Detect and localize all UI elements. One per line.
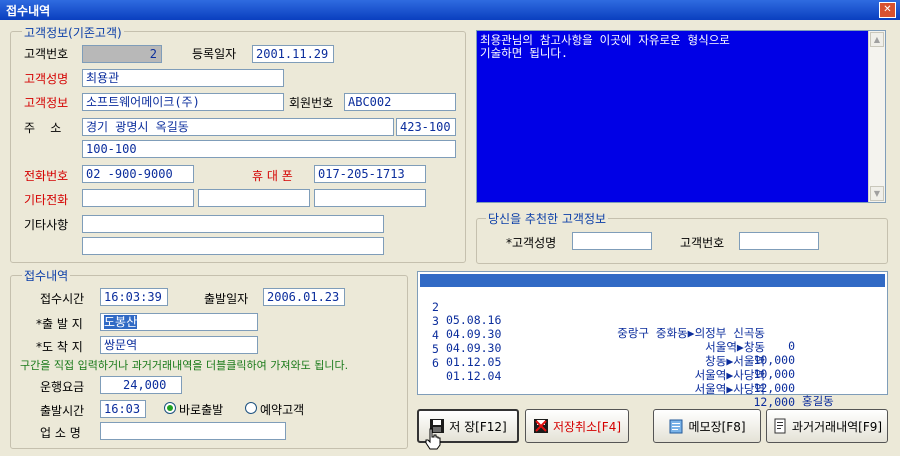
other-phone-field-1[interactable] [82, 189, 194, 207]
scroll-up-icon[interactable]: ▲ [870, 32, 884, 47]
customer-no-label: 고객번호 [24, 47, 69, 61]
company-label: 고객정보 [24, 96, 69, 110]
radio-reservation-label[interactable]: 예약고객 [260, 401, 304, 418]
cancel-save-button[interactable]: 저장취소[F4] [525, 409, 629, 443]
route-hint-text: 구간을 직접 입력하거나 과거거래내역을 더블클릭하여 가져와도 됩니다. [20, 359, 349, 372]
member-no-label: 회원번호 [289, 96, 334, 110]
origin-label: *출 발 지 [36, 317, 83, 331]
referrer-no-label: 고객번호 [680, 236, 725, 250]
phone-field[interactable]: 02 -900-9000 [82, 165, 194, 183]
member-no-field[interactable]: ABC002 [344, 93, 456, 111]
other-note-field-2[interactable] [82, 237, 384, 255]
departure-date-label: 출발일자 [204, 292, 249, 306]
receipt-time-label: 접수시간 [40, 292, 85, 306]
window-titlebar: 접수내역 ✕ [0, 0, 900, 20]
document-icon [774, 418, 786, 434]
office-name-label: 업 소 명 [40, 426, 81, 440]
referrer-no-field[interactable] [739, 232, 819, 250]
address2-field[interactable]: 100-100 [82, 140, 456, 158]
other-phone-label: 기타전화 [24, 193, 69, 207]
window-title: 접수내역 [6, 4, 51, 18]
phone-label: 전화번호 [24, 169, 69, 183]
other-phone-field-2[interactable] [198, 189, 310, 207]
history-row[interactable]: 1 06.01.23 도봉산▶쌍문역 24,000 [420, 274, 885, 339]
origin-field[interactable]: 도봉산 [100, 313, 258, 331]
radio-depart-now-label[interactable]: 바로출발 [179, 401, 223, 418]
hand-cursor-icon [425, 428, 441, 450]
history-button-label: 과거거래내역[F9] [791, 419, 883, 434]
fare-field[interactable]: 24,000 [100, 376, 182, 394]
memo-button[interactable]: 메모장[F8] [653, 409, 761, 443]
address-label: 주 소 [24, 121, 62, 135]
origin-value: 도봉산 [104, 315, 138, 329]
other-phone-field-3[interactable] [314, 189, 426, 207]
fare-label: 운행요금 [40, 380, 85, 394]
notepad-icon [669, 419, 683, 434]
scroll-down-icon[interactable]: ▼ [870, 186, 884, 201]
cancel-save-icon [533, 419, 548, 433]
close-icon[interactable]: ✕ [879, 2, 896, 18]
save-button-label: 저 장[F12] [449, 419, 507, 434]
referrer-name-field[interactable] [572, 232, 652, 250]
other-note-label: 기타사항 [24, 218, 69, 232]
zipcode-field[interactable]: 423-100 [396, 118, 456, 136]
history-row[interactable]: 2 05.08.16 중랑구 중화동▶의정부 신곡동 0 [420, 288, 885, 353]
history-row[interactable]: 6 01.12.04 서울역▶사당역 12,000 [420, 344, 885, 409]
receipt-time-field[interactable]: 16:03:39 [100, 288, 168, 306]
other-note-field-1[interactable] [82, 215, 384, 233]
address-field[interactable]: 경기 광명시 옥길동 [82, 118, 394, 136]
departure-time-field[interactable]: 16:03 [100, 400, 146, 418]
history-no: 6 [432, 356, 439, 370]
regdate-label: 등록일자 [192, 47, 237, 61]
mobile-field[interactable]: 017-205-1713 [314, 165, 426, 183]
departure-time-label: 출발시간 [40, 404, 85, 418]
radio-reservation[interactable] [245, 402, 257, 414]
destination-label: *도 착 지 [36, 340, 83, 354]
order-legend: 접수내역 [22, 267, 71, 284]
mobile-label: 휴 대 폰 [252, 169, 293, 183]
customer-legend: 고객정보(기존고객) [22, 24, 124, 41]
history-note: 홍길동 [802, 394, 834, 408]
memo-text: 최용관님의 참고사항을 이곳에 자유로운 형식으로 기술하면 됩니다. [480, 33, 730, 60]
company-field[interactable]: 소프트웨어메이크(주) [82, 93, 284, 111]
cancel-save-button-label: 저장취소[F4] [552, 419, 622, 434]
history-date: 01.12.04 [446, 369, 502, 383]
history-fare: 12,000 [753, 395, 795, 409]
referrer-name-label: *고객성명 [506, 236, 557, 250]
customer-no-field[interactable]: 2 [82, 45, 162, 63]
customer-name-field[interactable]: 최용관 [82, 69, 284, 87]
referrer-legend: 당신을 추천한 고객정보 [486, 210, 609, 227]
memo-textarea[interactable]: 최용관님의 참고사항을 이곳에 자유로운 형식으로 기술하면 됩니다. ▲ ▼ [476, 30, 886, 203]
history-list[interactable]: 1 06.01.23 도봉산▶쌍문역 24,000 2 05.08.16 중랑구… [417, 271, 888, 409]
history-row[interactable]: 3 04.09.30 서울역▶창동 10,000 [420, 302, 885, 367]
history-row[interactable]: 5 01.12.05 서울역▶사당역 12,000 홍길동 [420, 330, 885, 408]
memo-scrollbar[interactable]: ▲ ▼ [868, 31, 885, 202]
office-name-field[interactable] [100, 422, 286, 440]
regdate-field[interactable]: 2001.11.29 [252, 45, 334, 63]
radio-depart-now[interactable] [164, 402, 176, 414]
history-button[interactable]: 과거거래내역[F9] [766, 409, 888, 443]
history-row[interactable]: 4 04.09.30 창동▶서울역 10,000 [420, 316, 885, 381]
memo-button-label: 메모장[F8] [688, 419, 746, 434]
departure-date-field[interactable]: 2006.01.23 [263, 288, 345, 306]
customer-name-label: 고객성명 [24, 72, 69, 86]
history-date: 01.12.05 [446, 355, 502, 369]
destination-field[interactable]: 쌍문역 [100, 336, 258, 354]
